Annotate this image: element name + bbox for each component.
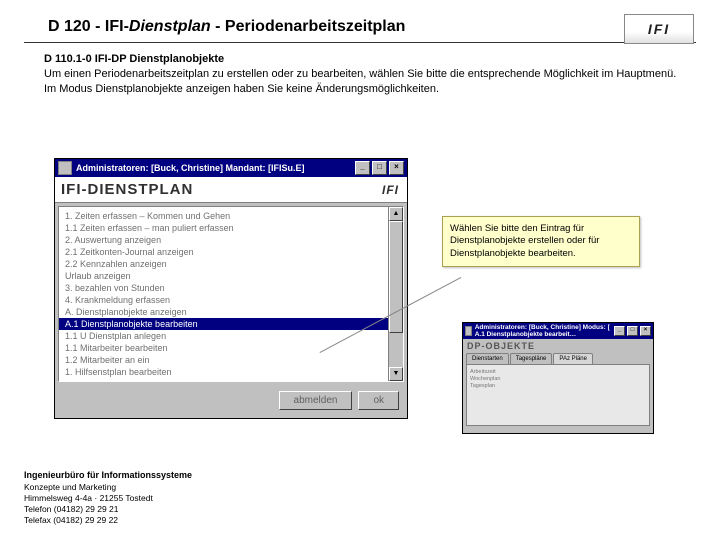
page-title: D 120 - IFI-Dienstplan - Periodenarbeits… xyxy=(24,0,696,43)
menu-item[interactable]: A. Dienstplanobjekte anzeigen xyxy=(59,306,403,318)
close-button[interactable]: × xyxy=(640,326,651,336)
mini-banner: DP-OBJEKTE xyxy=(463,339,653,353)
menu-item[interactable]: 3. bezahlen von Stunden xyxy=(59,282,403,294)
footer-fax: Telefax (04182) 29 29 22 xyxy=(24,515,192,526)
app-window: Administratoren: [Buck, Christine] Manda… xyxy=(54,158,408,419)
footer-tel: Telefon (04182) 29 29 21 xyxy=(24,504,192,515)
mini-tabs: DienstartenTagesplänePAz Pläne xyxy=(466,353,650,365)
mini-tab[interactable]: Tagespläne xyxy=(510,353,553,364)
mini-tab[interactable]: Dienstarten xyxy=(466,353,509,364)
maximize-button[interactable]: □ xyxy=(627,326,638,336)
ok-button[interactable]: ok xyxy=(358,391,399,410)
footer-company: Ingenieurbüro für Informationssysteme xyxy=(24,470,192,482)
titlebar[interactable]: Administratoren: [Buck, Christine] Manda… xyxy=(55,159,407,177)
mini-row: Tagesplan xyxy=(470,383,646,389)
mini-tab[interactable]: PAz Pläne xyxy=(553,353,593,364)
maximize-button[interactable]: □ xyxy=(372,161,387,175)
mini-row: Arbeitszeit xyxy=(470,369,646,375)
mini-titlebar-text: Administratoren: [Buck, Christine] Modus… xyxy=(475,324,614,338)
mini-window: Administratoren: [Buck, Christine] Modus… xyxy=(462,322,654,434)
scroll-down-button[interactable]: ▼ xyxy=(389,367,403,381)
logout-button[interactable]: abmelden xyxy=(279,391,353,410)
callout-box: Wählen Sie bitte den Eintrag für Dienstp… xyxy=(442,216,640,267)
footer-dept: Konzepte und Marketing xyxy=(24,482,192,493)
menu-item[interactable]: 1.2 Mitarbeiter an ein xyxy=(59,354,403,366)
banner-logo: IFI xyxy=(382,183,401,197)
mini-content: ArbeitszeitWochenplanTagesplan xyxy=(466,365,650,426)
title-rest: - Periodenarbeitszeitplan xyxy=(211,18,406,35)
menu-item[interactable]: 2.2 Kennzahlen anzeigen xyxy=(59,258,403,270)
system-menu-icon[interactable] xyxy=(465,326,472,336)
title-italic: Dienstplan xyxy=(129,18,211,35)
menu-item[interactable]: 2. Auswertung anzeigen xyxy=(59,234,403,246)
scroll-up-button[interactable]: ▲ xyxy=(389,207,403,221)
minimize-button[interactable]: _ xyxy=(355,161,370,175)
menu-list: ▲ ▼ 1. Zeiten erfassen – Kommen und Gehe… xyxy=(58,206,404,382)
footer-addr: Himmelsweg 4-4a · 21255 Tostedt xyxy=(24,493,192,504)
mini-titlebar[interactable]: Administratoren: [Buck, Christine] Modus… xyxy=(463,323,653,339)
mini-row: Wochenplan xyxy=(470,376,646,382)
menu-item[interactable]: A.1 Dienstplanobjekte bearbeiten xyxy=(59,318,403,330)
callout-text: Wählen Sie bitte den Eintrag für Dienstp… xyxy=(450,223,599,259)
menu-item[interactable]: 1. Zeiten erfassen – Kommen und Gehen xyxy=(59,210,403,222)
scrollbar[interactable]: ▲ ▼ xyxy=(388,207,403,381)
doc-id: D 120 - IFI- xyxy=(48,18,129,35)
system-menu-icon[interactable] xyxy=(58,161,72,175)
menu-item[interactable]: 1.1 Zeiten erfassen – man puliert erfass… xyxy=(59,222,403,234)
menu-item[interactable]: 1.1 Mitarbeiter bearbeiten xyxy=(59,342,403,354)
menu-item[interactable]: 1. Hilfsenstplan bearbeiten xyxy=(59,366,403,378)
section-heading: D 110.1-0 IFI-DP Dienstplanobjekte xyxy=(44,53,720,65)
close-button[interactable]: × xyxy=(389,161,404,175)
menu-item[interactable]: Urlaub anzeigen xyxy=(59,270,403,282)
footer: Ingenieurbüro für Informationssysteme Ko… xyxy=(24,470,192,526)
app-banner: IFI-DIENSTPLAN IFI xyxy=(55,177,407,203)
minimize-button[interactable]: _ xyxy=(614,326,625,336)
titlebar-text: Administratoren: [Buck, Christine] Manda… xyxy=(76,163,305,173)
section-body: Um einen Periodenarbeitszeitplan zu erst… xyxy=(44,67,690,97)
menu-item[interactable]: 4. Krankmeldung erfassen xyxy=(59,294,403,306)
menu-item[interactable]: 2.1 Zeitkonten-Journal anzeigen xyxy=(59,246,403,258)
ifi-logo: IFI xyxy=(624,14,694,44)
